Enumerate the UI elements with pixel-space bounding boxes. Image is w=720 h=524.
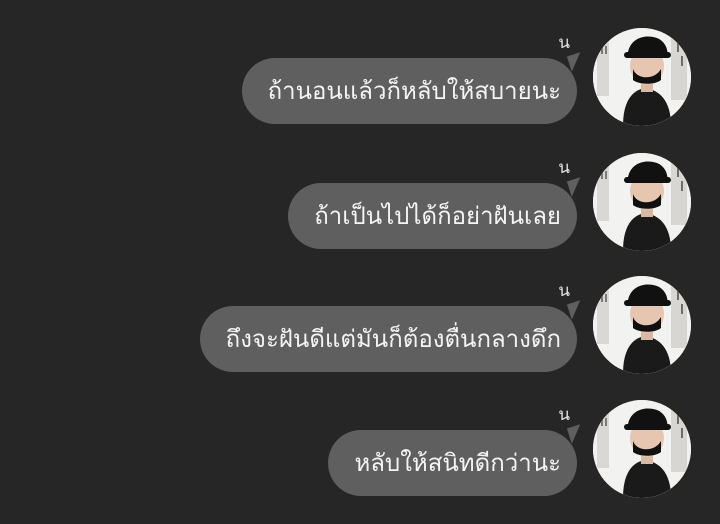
message-bubble[interactable]: ถ้านอนแล้วก็หลับให้สบายนะ	[241, 58, 577, 124]
message-row: น ถึงจะฝันดีแต่มันก็ต้องตื่นกลางดึก	[0, 274, 720, 398]
sender-name: น	[558, 405, 570, 425]
avatar[interactable]	[593, 400, 691, 498]
message-row: น ถ้านอนแล้วก็หลับให้สบายนะ	[0, 26, 720, 150]
message-bubble[interactable]: หลับให้สนิทดีกว่านะ	[328, 430, 577, 496]
sender-name: น	[558, 33, 570, 53]
bubble-tail	[566, 52, 586, 72]
message-bubble[interactable]: ถ้าเป็นไปได้ก็อย่าฝันเลย	[288, 183, 577, 249]
avatar[interactable]	[593, 28, 691, 126]
sender-name: น	[558, 281, 570, 301]
profile-photo-icon	[593, 153, 691, 251]
bubble-tail	[566, 424, 586, 444]
profile-photo-icon	[593, 28, 691, 126]
avatar[interactable]	[593, 153, 691, 251]
profile-photo-icon	[593, 400, 691, 498]
message-row: น ถ้าเป็นไปได้ก็อย่าฝันเลย	[0, 151, 720, 275]
chat-thread: น ถ้านอนแล้วก็หลับให้สบายนะ น ถ้าเป็นไปไ…	[0, 0, 720, 524]
message-row: น หลับให้สนิทดีกว่านะ	[0, 398, 720, 522]
bubble-tail	[566, 177, 586, 197]
bubble-tail	[566, 300, 586, 320]
avatar[interactable]	[593, 276, 691, 374]
sender-name: น	[558, 158, 570, 178]
message-bubble[interactable]: ถึงจะฝันดีแต่มันก็ต้องตื่นกลางดึก	[199, 306, 577, 372]
profile-photo-icon	[593, 276, 691, 374]
